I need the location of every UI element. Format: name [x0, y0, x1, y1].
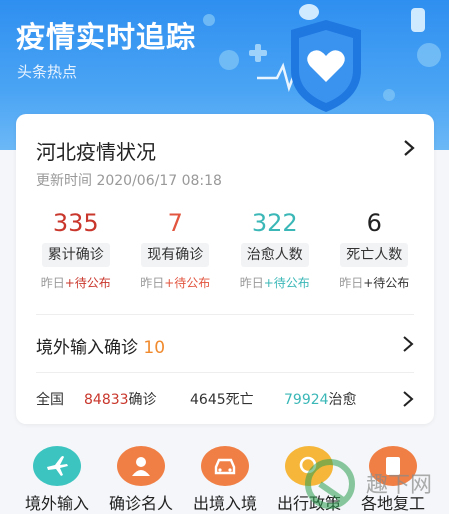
- stat-delta: 昨日+待公布: [40, 276, 111, 290]
- chevron-right-icon[interactable]: [402, 138, 416, 158]
- shortcut-border[interactable]: 出境入境: [180, 446, 270, 514]
- stat-delta: 昨日+待公布: [339, 276, 410, 290]
- chevron-right-icon[interactable]: [402, 335, 414, 353]
- shortcut-imported[interactable]: 境外输入: [12, 446, 102, 514]
- stat-label: 现有确诊: [141, 243, 210, 267]
- airplane-icon: [33, 446, 81, 486]
- stat-value: 7: [167, 209, 183, 237]
- shield-heart-icon: [203, 4, 441, 112]
- person-icon: [117, 446, 165, 486]
- update-time: 更新时间 2020/06/17 08:18: [36, 173, 222, 189]
- national-deaths: 4645死亡: [190, 392, 254, 408]
- shortcut-label: 确诊名人: [108, 494, 173, 513]
- national-label: 全国: [36, 392, 64, 408]
- national-cured: 79924治愈: [284, 392, 357, 408]
- stat-value: 6: [366, 209, 382, 237]
- stat-deaths: 6 死亡人数 昨日+待公布: [325, 208, 425, 298]
- national-summary-row[interactable]: 全国 84833确诊 4645死亡 79924治愈: [36, 372, 414, 424]
- car-icon: [201, 446, 249, 486]
- imported-cases-row[interactable]: 境外输入确诊 10: [36, 314, 414, 372]
- imported-cases-count: 10: [143, 338, 166, 358]
- stat-value: 322: [251, 209, 298, 237]
- page-subtitle: 头条热点: [17, 63, 78, 81]
- page-title: 疫情实时追踪: [16, 20, 197, 54]
- chevron-right-icon[interactable]: [402, 390, 414, 408]
- province-stats-card: 河北疫情状况 更新时间 2020/06/17 08:18 335 累计确诊 昨日…: [16, 114, 434, 424]
- national-confirmed: 84833确诊: [84, 392, 157, 408]
- shortcut-label: 境外输入: [24, 494, 89, 513]
- stat-confirmed: 335 累计确诊 昨日+待公布: [26, 208, 126, 298]
- stat-current: 7 现有确诊 昨日+待公布: [126, 208, 226, 298]
- shortcut-celebrity[interactable]: 确诊名人: [96, 446, 186, 514]
- stat-label: 死亡人数: [340, 243, 409, 267]
- stat-label: 累计确诊: [41, 243, 110, 267]
- stats-row: 335 累计确诊 昨日+待公布 7 现有确诊 昨日+待公布 322 治愈人数 昨…: [26, 208, 424, 298]
- imported-cases-label: 境外输入确诊 10: [36, 338, 166, 358]
- stat-delta: 昨日+待公布: [239, 276, 310, 290]
- stat-cured: 322 治愈人数 昨日+待公布: [225, 208, 325, 298]
- stat-delta: 昨日+待公布: [140, 276, 211, 290]
- shortcut-label: 出境入境: [192, 494, 257, 513]
- svg-text:趣下网: 趣下网: [366, 473, 432, 498]
- stat-value: 335: [52, 209, 99, 237]
- stat-label: 治愈人数: [240, 243, 309, 267]
- watermark-logo: 趣下网: [305, 459, 432, 509]
- card-title[interactable]: 河北疫情状况: [36, 136, 156, 165]
